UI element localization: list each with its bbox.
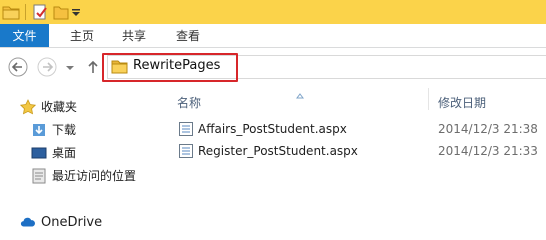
navigation-pane: 收藏夹 下载 桌面 最近访问的位置 OneDrive [0,88,165,240]
nav-favorites-label: 收藏夹 [41,100,78,114]
nav-desktop[interactable]: 桌面 [31,144,76,161]
file-name: Register_PostStudent.aspx [198,144,358,158]
ribbon-tabs: 文件 主页 共享 查看 [0,24,546,48]
folder-icon [2,3,20,21]
nav-recent-label: 最近访问的位置 [52,169,137,183]
nav-recent[interactable]: 最近访问的位置 [31,167,136,184]
file-row[interactable]: Register_PostStudent.aspx 2014/12/3 21:3… [176,142,546,162]
forward-arrow-icon [37,57,57,77]
column-divider[interactable] [428,88,429,110]
up-button[interactable] [86,57,100,77]
up-arrow-icon [88,60,98,73]
annotation-highlight-box [102,53,238,82]
new-folder-icon[interactable] [53,3,69,21]
nav-onedrive[interactable]: OneDrive [20,214,102,230]
properties-icon[interactable] [32,3,48,21]
column-header-name[interactable]: 名称 [177,94,201,111]
toolbar-separator [25,4,26,20]
tab-view[interactable]: 查看 [176,24,200,47]
column-header-modified[interactable]: 修改日期 [438,94,486,111]
desktop-icon [31,145,47,161]
forward-button[interactable] [37,57,57,77]
file-date: 2014/12/3 21:33 [438,144,538,158]
recent-locations-button[interactable] [64,57,76,77]
aspx-file-icon [178,143,194,162]
nav-onedrive-label: OneDrive [41,214,103,230]
title-bar [0,0,546,24]
nav-desktop-label: 桌面 [52,146,77,160]
file-row[interactable]: Affairs_PostStudent.aspx 2014/12/3 21:38 [176,120,546,140]
recent-places-icon [31,168,47,184]
aspx-file-icon [178,121,194,140]
back-arrow-icon [8,57,28,77]
chevron-down-icon [66,66,74,70]
sort-ascending-icon [296,88,304,102]
file-date: 2014/12/3 21:38 [438,122,538,136]
downloads-icon [31,122,47,138]
back-button[interactable] [8,57,28,77]
nav-downloads[interactable]: 下载 [31,121,76,138]
star-icon [20,98,36,115]
onedrive-cloud-icon [20,214,36,230]
tab-home[interactable]: 主页 [70,24,94,47]
tab-file[interactable]: 文件 [0,24,49,47]
file-name: Affairs_PostStudent.aspx [198,122,347,136]
tab-share[interactable]: 共享 [122,24,146,47]
customize-toolbar-icon[interactable] [71,3,81,21]
nav-downloads-label: 下载 [52,123,77,137]
nav-favorites[interactable]: 收藏夹 [20,98,77,115]
